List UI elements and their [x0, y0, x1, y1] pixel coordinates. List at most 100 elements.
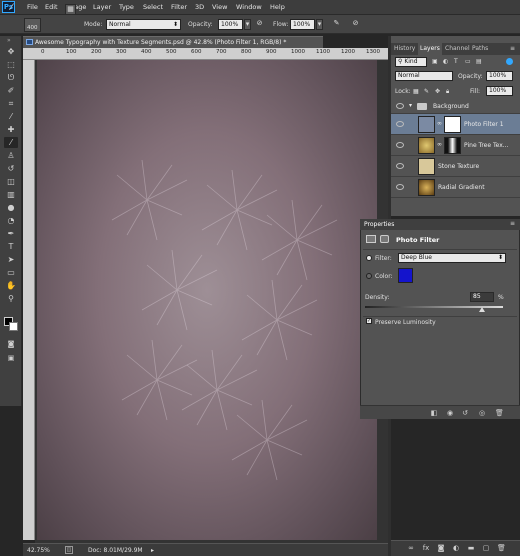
filter-color-swatch[interactable] — [398, 268, 413, 283]
blur-tool-icon[interactable]: ● — [4, 202, 18, 213]
pressure-size-icon[interactable]: ⊘ — [350, 19, 361, 30]
status-icon[interactable]: ◫ — [65, 546, 73, 554]
marquee-tool-icon[interactable]: ⬚ — [4, 59, 18, 70]
canvas-area[interactable] — [35, 60, 388, 543]
layer-fill-field[interactable]: 100% — [486, 86, 513, 96]
brush-panel-toggle-icon[interactable]: ▦ — [65, 4, 76, 15]
opacity-field[interactable]: 100% — [218, 19, 243, 30]
reset-icon[interactable]: ↺ — [461, 409, 469, 417]
brush-tool-icon[interactable]: ⁄ — [6, 4, 17, 15]
filter-select[interactable]: Deep Blue ⬍ — [398, 253, 506, 263]
shape-tool-icon[interactable]: ▭ — [4, 267, 18, 278]
layer-style-icon[interactable]: fx — [422, 544, 430, 552]
color-radio[interactable] — [366, 273, 372, 279]
panel-menu-icon[interactable]: ≡ — [510, 45, 515, 52]
dodge-tool-icon[interactable]: ◔ — [4, 215, 18, 226]
history-brush-tool-icon[interactable]: ↺ — [4, 163, 18, 174]
lock-all-icon[interactable]: 🔒︎ — [446, 88, 449, 96]
crop-tool-icon[interactable]: ⌗ — [4, 98, 18, 109]
hand-tool-icon[interactable]: ✋ — [4, 280, 18, 291]
menu-select[interactable]: Select — [143, 3, 163, 11]
path-selection-tool-icon[interactable]: ➤ — [4, 254, 18, 265]
status-menu-icon[interactable]: ▸ — [151, 547, 154, 554]
background-color-swatch[interactable] — [9, 322, 18, 331]
preserve-luminosity-checkbox[interactable]: ✓ — [366, 318, 372, 324]
collapse-toolbar-icon[interactable]: » — [7, 37, 11, 44]
link-icon[interactable]: ∞ — [437, 120, 442, 127]
clone-stamp-tool-icon[interactable]: ♙ — [4, 150, 18, 161]
visibility-eye-icon[interactable] — [396, 121, 404, 127]
flow-field[interactable]: 100% — [290, 19, 315, 30]
move-tool-icon[interactable]: ✥ — [4, 46, 18, 57]
document-tab[interactable]: Awesome Typography with Texture Segments… — [23, 36, 323, 48]
filter-shape-icon[interactable]: ▭ — [465, 58, 471, 65]
clip-to-layer-icon[interactable]: ◧ — [430, 409, 438, 417]
filter-adjustment-icon[interactable]: ◐ — [443, 58, 448, 65]
document-image[interactable] — [37, 60, 377, 540]
layer-row-radial-gradient[interactable]: Radial Gradient — [391, 177, 520, 198]
eraser-tool-icon[interactable]: ◫ — [4, 176, 18, 187]
gradient-tool-icon[interactable]: ▥ — [4, 189, 18, 200]
menu-view[interactable]: View — [212, 3, 227, 11]
layer-opacity-field[interactable]: 100% — [486, 71, 513, 81]
screen-mode-icon[interactable]: ▣ — [4, 353, 18, 364]
visibility-eye-icon[interactable] — [396, 184, 404, 190]
tab-layers[interactable]: Layers — [418, 43, 442, 55]
airbrush-icon[interactable]: ✎ — [331, 19, 342, 30]
menu-filter[interactable]: Filter — [171, 3, 187, 11]
eyedropper-tool-icon[interactable]: ⁄ — [4, 111, 18, 122]
lock-position-icon[interactable]: ✥ — [435, 88, 440, 95]
new-adjustment-icon[interactable]: ◐ — [452, 544, 460, 552]
delete-adjustment-icon[interactable]: 🗑︎ — [495, 409, 504, 417]
visibility-eye-icon[interactable] — [396, 142, 404, 148]
mask-icon[interactable] — [380, 235, 389, 243]
zoom-level[interactable]: 42.75% — [27, 547, 50, 554]
layer-row-pine-tree[interactable]: ∞ Pine Tree Tex... — [391, 135, 520, 156]
menu-window[interactable]: Window — [236, 3, 262, 11]
menu-help[interactable]: Help — [270, 3, 285, 11]
menu-layer[interactable]: Layer — [93, 3, 111, 11]
layer-mask-thumbnail[interactable] — [444, 137, 461, 154]
panel-menu-icon[interactable]: ≡ — [510, 220, 515, 227]
quick-mask-icon[interactable]: ◙ — [4, 339, 18, 350]
zoom-tool-icon[interactable]: ⚲ — [4, 293, 18, 304]
layer-group-row[interactable]: ▾ Background — [391, 99, 520, 114]
visibility-eye-icon[interactable] — [396, 163, 404, 169]
layer-mask-thumbnail[interactable] — [444, 116, 461, 133]
quick-select-tool-icon[interactable]: ✐ — [4, 85, 18, 96]
layer-row-photo-filter[interactable]: ∞ Photo Filter 1 — [391, 114, 520, 135]
pressure-opacity-icon[interactable]: ⊘ — [254, 19, 265, 30]
new-layer-icon[interactable]: ▢ — [482, 544, 490, 552]
layer-filter-kind-select[interactable]: ⚲ Kind — [395, 57, 427, 67]
menu-type[interactable]: Type — [119, 3, 134, 11]
link-icon[interactable]: ∞ — [437, 141, 442, 148]
density-slider-thumb[interactable] — [479, 307, 486, 312]
delete-layer-icon[interactable]: 🗑︎ — [497, 544, 506, 552]
link-layers-icon[interactable]: ∞ — [407, 544, 415, 552]
brush-preset-picker[interactable]: 400 — [24, 18, 41, 32]
menu-3d[interactable]: 3D — [195, 3, 204, 11]
blend-mode-select[interactable]: Normal — [395, 71, 453, 81]
pen-tool-icon[interactable]: ✒ — [4, 228, 18, 239]
filter-radio[interactable] — [366, 255, 372, 261]
expand-arrow-icon[interactable]: ▾ — [409, 102, 412, 109]
mode-select[interactable]: Normal ⬍ — [106, 19, 181, 30]
flow-dropdown-icon[interactable]: ▾ — [316, 19, 323, 30]
filter-toggle-icon[interactable] — [506, 58, 513, 65]
menu-file[interactable]: File — [27, 3, 38, 11]
healing-brush-tool-icon[interactable]: ✚ — [4, 124, 18, 135]
type-tool-icon[interactable]: T — [4, 241, 18, 252]
menu-edit[interactable]: Edit — [45, 3, 58, 11]
filter-pixel-icon[interactable]: ▣ — [432, 58, 438, 65]
filter-smart-object-icon[interactable]: ▤ — [476, 58, 482, 65]
visibility-eye-icon[interactable] — [396, 103, 404, 109]
new-group-icon[interactable]: ▬ — [467, 544, 475, 552]
tab-channels[interactable]: Channel — [443, 43, 472, 55]
view-previous-state-icon[interactable]: ◉ — [446, 409, 454, 417]
tab-paths[interactable]: Paths — [470, 43, 490, 55]
lasso-tool-icon[interactable]: ᘎ — [4, 72, 18, 83]
opacity-dropdown-icon[interactable]: ▾ — [244, 19, 251, 30]
density-field[interactable]: 85 — [470, 292, 494, 302]
brush-tool-active-icon[interactable]: ⁄ — [4, 137, 18, 148]
filter-type-icon[interactable]: T — [454, 58, 458, 65]
